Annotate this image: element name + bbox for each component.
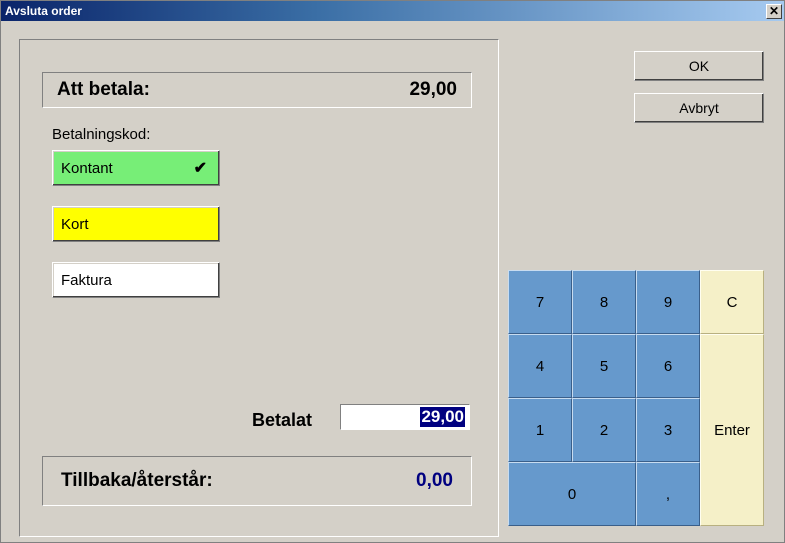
- check-icon: ✔: [194, 158, 207, 178]
- ok-button-label: OK: [689, 58, 709, 74]
- payment-option-kontant[interactable]: Kontant ✔: [52, 150, 220, 186]
- payment-code-label: Betalningskod:: [52, 126, 150, 143]
- keypad-0[interactable]: 0: [508, 462, 636, 526]
- amount-to-pay-box: Att betala: 29,00: [42, 72, 472, 108]
- payment-option-label: Kort: [61, 216, 89, 233]
- keypad-1[interactable]: 1: [508, 398, 572, 462]
- payment-option-kort[interactable]: Kort: [52, 206, 220, 242]
- amount-to-pay-label: Att betala:: [57, 79, 150, 101]
- close-icon: ✕: [769, 4, 779, 18]
- amount-to-pay-value: 29,00: [409, 79, 457, 101]
- paid-label: Betalat: [252, 410, 312, 431]
- keypad-8[interactable]: 8: [572, 270, 636, 334]
- keypad-clear[interactable]: C: [700, 270, 764, 334]
- keypad-comma[interactable]: ,: [636, 462, 700, 526]
- payment-option-label: Kontant: [61, 160, 113, 177]
- main-panel: Att betala: 29,00 Betalningskod: Kontant…: [19, 39, 499, 537]
- cancel-button-label: Avbryt: [679, 100, 718, 116]
- cancel-button[interactable]: Avbryt: [634, 93, 764, 123]
- payment-option-faktura[interactable]: Faktura: [52, 262, 220, 298]
- client-area: Att betala: 29,00 Betalningskod: Kontant…: [1, 21, 784, 542]
- dialog-window: Avsluta order ✕ Att betala: 29,00 Betaln…: [0, 0, 785, 543]
- keypad-enter[interactable]: Enter: [700, 334, 764, 526]
- paid-input-value: 29,00: [420, 407, 465, 427]
- window-title: Avsluta order: [5, 4, 82, 18]
- keypad-2[interactable]: 2: [572, 398, 636, 462]
- keypad-9[interactable]: 9: [636, 270, 700, 334]
- payment-option-label: Faktura: [61, 272, 112, 289]
- close-button[interactable]: ✕: [766, 4, 782, 19]
- keypad-5[interactable]: 5: [572, 334, 636, 398]
- keypad-4[interactable]: 4: [508, 334, 572, 398]
- change-box: Tillbaka/återstår: 0,00: [42, 456, 472, 506]
- numeric-keypad: 7 8 9 C 4 5 6 1 2 3 0 , Enter: [508, 270, 764, 526]
- change-value: 0,00: [416, 470, 453, 492]
- keypad-6[interactable]: 6: [636, 334, 700, 398]
- ok-button[interactable]: OK: [634, 51, 764, 81]
- keypad-3[interactable]: 3: [636, 398, 700, 462]
- change-label: Tillbaka/återstår:: [61, 470, 213, 492]
- keypad-7[interactable]: 7: [508, 270, 572, 334]
- paid-input[interactable]: 29,00: [340, 404, 470, 430]
- titlebar: Avsluta order ✕: [1, 1, 784, 21]
